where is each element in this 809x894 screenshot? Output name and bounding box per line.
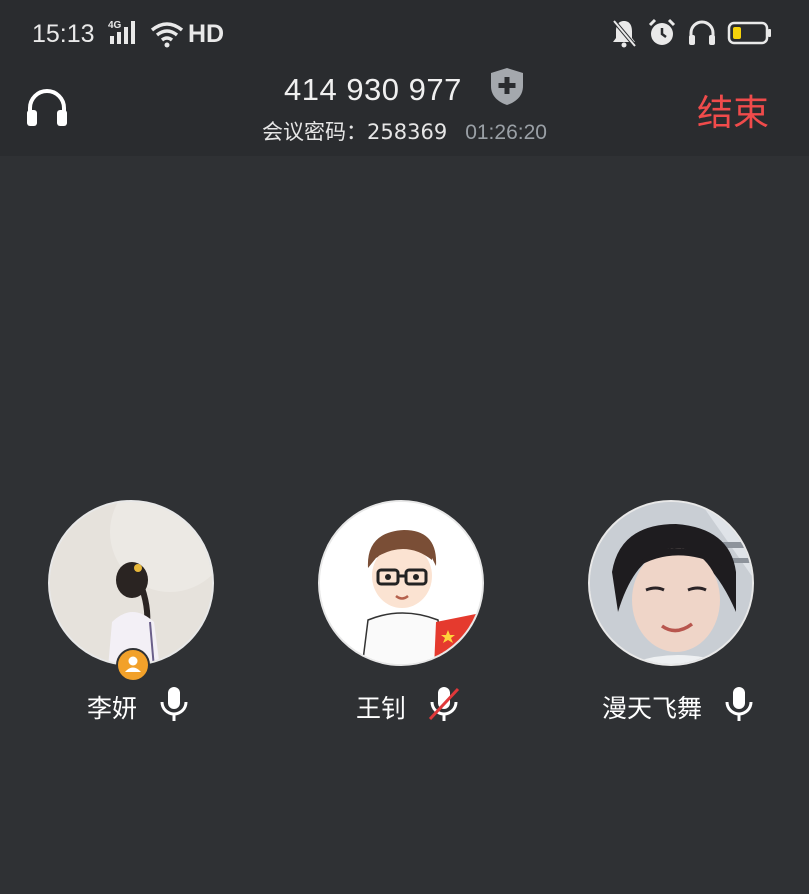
end-meeting-button[interactable]: 结束 bbox=[697, 84, 769, 136]
participant-name-row: 李妍 bbox=[48, 686, 228, 728]
participant-name: 李妍 bbox=[87, 694, 138, 723]
participant-name-row: 漫天飞舞 bbox=[588, 686, 768, 728]
meeting-id-row: 414 930 977 bbox=[0, 66, 809, 114]
participant-grid: 李妍 王钊 漫天飞舞 bbox=[0, 500, 809, 730]
hd-label: HD bbox=[188, 20, 225, 48]
microphone-icon bbox=[724, 686, 754, 728]
status-bar: 15:13 4G HD bbox=[0, 0, 809, 70]
microphone-muted-icon bbox=[428, 686, 460, 728]
signal-icon: 4G bbox=[108, 18, 144, 52]
network-type-label: 4G bbox=[108, 20, 122, 31]
headset-icon bbox=[687, 18, 717, 48]
participant-name-row: 王钊 bbox=[318, 686, 498, 728]
security-shield-icon[interactable] bbox=[489, 66, 525, 114]
participant-tile[interactable]: 李妍 bbox=[48, 500, 228, 723]
avatar bbox=[48, 500, 214, 666]
password-value: 258369 bbox=[367, 120, 448, 144]
participant-name: 漫天飞舞 bbox=[602, 694, 703, 723]
mute-notification-icon bbox=[611, 18, 637, 48]
participant-name: 王钊 bbox=[356, 694, 407, 723]
status-icons-right bbox=[611, 18, 773, 48]
avatar bbox=[588, 500, 754, 666]
wifi-icon bbox=[150, 22, 184, 52]
participant-tile[interactable]: 漫天飞舞 bbox=[588, 500, 768, 723]
meeting-id: 414 930 977 bbox=[283, 72, 462, 107]
alarm-icon bbox=[647, 18, 677, 48]
password-row: 会议密码：258369 01:26:20 bbox=[0, 116, 809, 146]
microphone-icon bbox=[159, 686, 189, 728]
password-label: 会议密码： bbox=[262, 120, 368, 144]
battery-icon bbox=[727, 20, 773, 46]
avatar bbox=[318, 500, 484, 666]
meeting-header: 15:13 4G HD 414 930 977 会议密码：258369 01:2… bbox=[0, 0, 809, 156]
meeting-duration: 01:26:20 bbox=[465, 121, 547, 144]
host-badge-icon bbox=[116, 648, 150, 682]
participant-tile[interactable]: 王钊 bbox=[318, 500, 498, 723]
status-time: 15:13 bbox=[32, 20, 95, 48]
